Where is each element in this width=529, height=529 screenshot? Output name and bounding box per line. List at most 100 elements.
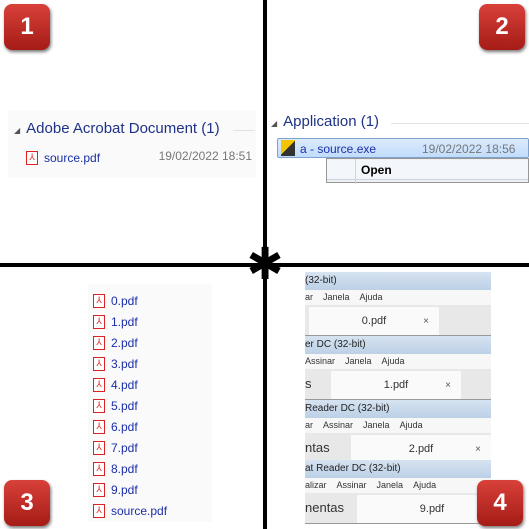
title-bar: Reader DC (32-bit) [305,400,491,418]
window-title: Reader DC (32-bit) [305,403,390,414]
window-title: at Reader DC (32-bit) [305,463,401,474]
context-menu-open[interactable]: Open [327,160,528,180]
document-tab[interactable]: 9.pdf [357,495,491,523]
pdf-icon: ⅄ [93,461,105,476]
context-menu: Open [326,158,529,184]
tools-tab[interactable]: ntas [305,440,330,455]
document-tab[interactable]: 1.pdf × [331,371,461,399]
close-tab-icon[interactable]: × [445,380,451,391]
title-bar: at Reader DC (32-bit) [305,460,491,478]
group-header-application[interactable]: ◢ Application (1) [271,113,379,130]
menu-label: Open [361,163,392,177]
file-name: 6.pdf [111,420,138,434]
asterisk-icon: ✱ [246,239,284,290]
pdf-icon: ⅄ [93,356,105,371]
tab-label: 2.pdf [408,443,434,455]
q1-explorer: ◢ Adobe Acrobat Document (1) ⅄ source.pdf … [8,110,256,178]
tab-row: 0.pdf × [305,305,491,336]
menu-item[interactable]: Ajuda [400,420,423,430]
pdf-icon: ⅄ [93,377,105,392]
tab-label: 0.pdf [361,315,387,327]
reader-window: Reader DC (32-bit) ar Assinar Janela Ajuda nt… [305,400,491,464]
file-name: 7.pdf [111,441,138,455]
step-badge-2: 2 [479,4,525,50]
window-title: er DC (32-bit) [305,339,366,350]
tab-label: 1.pdf [383,379,409,391]
exe-icon [281,140,295,156]
tools-tab[interactable]: s [305,376,312,391]
file-name: 1.pdf [111,315,138,329]
file-name: 2.pdf [111,336,138,350]
menu-bar: ar Assinar Janela Ajuda [305,418,491,433]
file-list-item[interactable]: ⅄ 2.pdf [93,332,138,351]
menu-item[interactable]: Assinar [323,420,353,430]
pdf-icon: ⅄ [93,398,105,413]
file-name: a - source.exe [300,142,377,156]
close-tab-icon[interactable]: × [475,444,481,455]
file-list-item[interactable]: ⅄ 9.pdf [93,479,138,498]
close-tab-icon[interactable]: × [423,316,429,327]
group-label: Application (1) [283,113,380,130]
menu-item[interactable]: Assinar [305,356,335,366]
pdf-icon: ⅄ [93,314,105,329]
window-title: (32-bit) [305,275,337,286]
file-list-item[interactable]: ⅄ source.pdf [93,500,167,519]
tools-tab[interactable]: nentas [305,500,344,515]
collapse-triangle-icon[interactable]: ◢ [271,119,277,128]
step-badge-1: 1 [4,4,50,50]
group-header-acrobat[interactable]: ◢ Adobe Acrobat Document (1) [14,120,220,137]
pdf-icon: ⅄ [93,503,105,518]
file-row-source-exe[interactable]: a - source.exe 19/02/2022 18:56 [277,138,529,158]
file-list-item[interactable]: ⅄ 0.pdf [93,290,138,309]
file-name: 8.pdf [111,462,138,476]
menu-bar: Assinar Janela Ajuda [305,354,491,369]
pdf-icon: ⅄ [93,482,105,497]
menu-bar: alizar Assinar Janela Ajuda [305,478,491,493]
pdf-icon: ⅄ [93,419,105,434]
reader-window: er DC (32-bit) Assinar Janela Ajuda s 1.pdf × [305,336,491,400]
q2-explorer: ◢ Application (1) a - source.exe 19/02/20… [267,105,529,184]
q3-file-list: ⅄ 0.pdf ⅄ 1.pdf ⅄ 2.pdf ⅄ 3.pdf ⅄ 4.pdf ⅄ 5.pdf ⅄ 6.p… [88,284,212,522]
tab-label: 9.pdf [419,503,445,515]
file-list-item[interactable]: ⅄ 3.pdf [93,353,138,372]
q4-reader-windows: (32-bit) ar Janela Ajuda 0.pdf × er DC (32-bit… [305,272,491,529]
pdf-icon: ⅄ [93,293,105,308]
menu-item[interactable]: Janela [345,356,372,366]
file-name: 3.pdf [111,357,138,371]
file-name: 9.pdf [111,483,138,497]
menu-item[interactable]: Assinar [337,480,367,490]
menu-item[interactable]: Janela [377,480,404,490]
file-list-item[interactable]: ⅄ 4.pdf [93,374,138,393]
title-bar: er DC (32-bit) [305,336,491,354]
pdf-icon: ⅄ [93,335,105,350]
menu-item[interactable]: Janela [363,420,390,430]
menu-item[interactable]: Janela [323,292,350,302]
menu-item[interactable]: Ajuda [360,292,383,302]
step-badge-3: 3 [4,480,50,526]
file-name: 5.pdf [111,399,138,413]
file-list-item[interactable]: ⅄ 7.pdf [93,437,138,456]
group-label: Adobe Acrobat Document (1) [26,120,220,137]
file-date: 19/02/2022 18:51 [158,149,252,163]
reader-window: at Reader DC (32-bit) alizar Assinar Janela… [305,460,491,524]
step-badge-4: 4 [477,480,523,526]
file-list-item[interactable]: ⅄ 6.pdf [93,416,138,435]
menu-bar: ar Janela Ajuda [305,290,491,305]
file-list-item[interactable]: ⅄ 1.pdf [93,311,138,330]
menu-item[interactable]: Ajuda [382,356,405,366]
pdf-icon: ⅄ [93,440,105,455]
menu-item[interactable]: Ajuda [413,480,436,490]
file-row-source-pdf[interactable]: ⅄ source.pdf 19/02/2022 18:51 [26,147,254,166]
file-name: source.pdf [44,151,101,165]
menu-item[interactable]: alizar [305,480,327,490]
file-list-item[interactable]: ⅄ 8.pdf [93,458,138,477]
title-bar: (32-bit) [305,272,491,290]
document-tab[interactable]: 2.pdf × [351,435,491,463]
menu-item[interactable]: ar [305,420,313,430]
collapse-triangle-icon[interactable]: ◢ [14,126,20,135]
document-tab[interactable]: 0.pdf × [309,307,439,335]
file-date: 19/02/2022 18:56 [422,142,516,156]
tab-row: nentas 9.pdf [305,493,491,524]
menu-item[interactable]: ar [305,292,313,302]
file-list-item[interactable]: ⅄ 5.pdf [93,395,138,414]
